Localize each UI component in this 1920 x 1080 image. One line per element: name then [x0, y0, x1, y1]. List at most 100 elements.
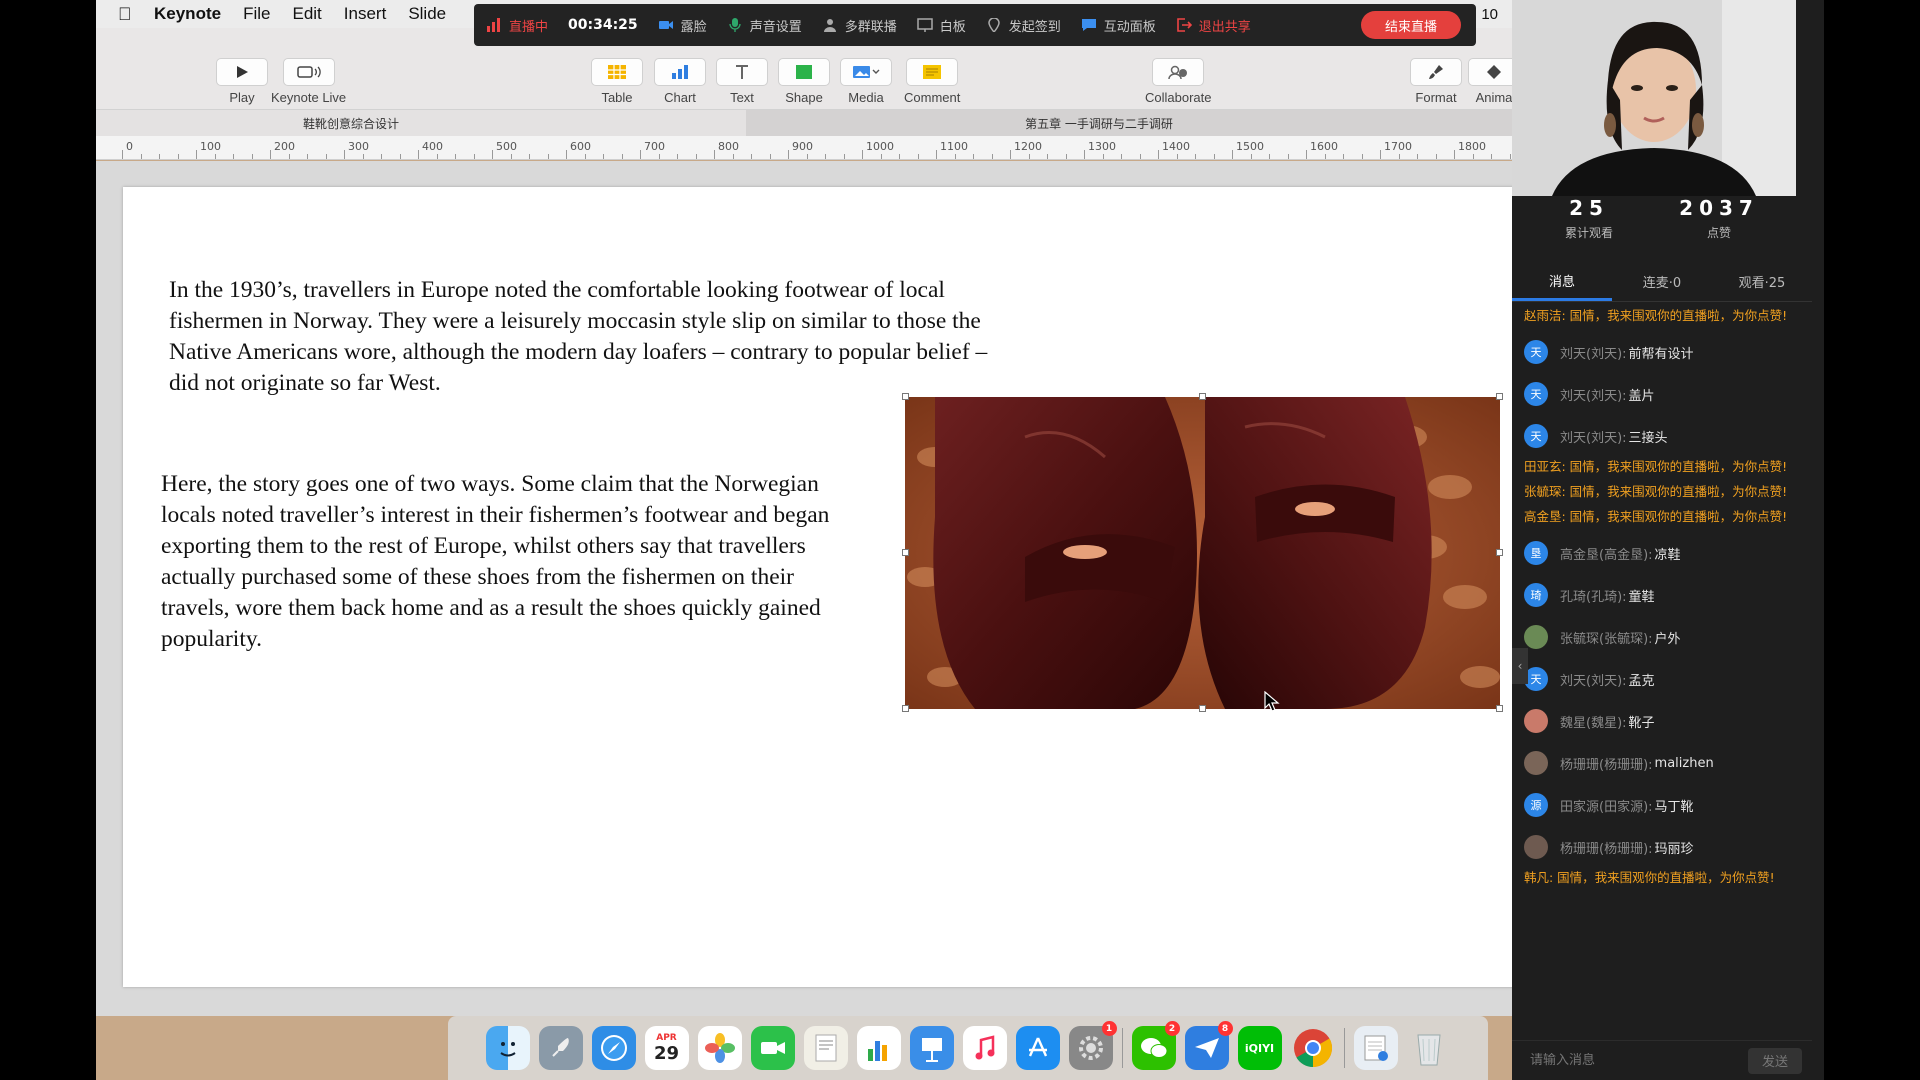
dock-numbers[interactable] [856, 1026, 901, 1070]
keynote-live-icon [296, 66, 321, 78]
avatar[interactable]: 天 [1524, 340, 1548, 364]
keynote-live-button[interactable]: Keynote Live [271, 58, 346, 105]
tab-document-1[interactable]: 鞋靴创意综合设计 [96, 110, 746, 136]
camera-toggle[interactable]: 露脸 [658, 16, 707, 35]
avatar[interactable] [1524, 835, 1548, 859]
slide[interactable]: In the 1930’s, travellers in Europe note… [123, 187, 1512, 987]
chat-message: 天刘天(刘天): 盖片 [1524, 373, 1804, 415]
selection-handle-br[interactable] [1496, 705, 1503, 712]
tab-viewers[interactable]: 观看·25 [1712, 262, 1812, 301]
dock-wechat[interactable]: 2 [1131, 1021, 1180, 1070]
stat-likes-label: 点赞 [1706, 226, 1731, 240]
screen-share:  Keynote File Edit Insert Slide 10 Play… [96, 0, 1512, 1080]
audio-settings[interactable]: 声音设置 [727, 16, 802, 35]
apple-icon[interactable]:  [118, 4, 138, 25]
dock-chrome[interactable] [1291, 1026, 1335, 1070]
dock-photos[interactable] [697, 1026, 742, 1070]
ruler-tick-mark [714, 150, 715, 159]
message-input[interactable] [1530, 1053, 1748, 1068]
menu-slide[interactable]: Slide [408, 4, 446, 24]
tab-messages[interactable]: 消息 [1512, 262, 1612, 301]
message-input-bar: 发送 [1512, 1040, 1812, 1080]
dock-music[interactable] [962, 1026, 1007, 1070]
comment-button[interactable]: Comment [904, 58, 960, 105]
compass-icon [600, 1035, 627, 1061]
chat-text: 盖片 [1628, 388, 1655, 404]
avatar[interactable] [1524, 751, 1548, 775]
selection-handle-mr[interactable] [1496, 549, 1503, 556]
dock-facetime[interactable] [750, 1026, 795, 1070]
message-list[interactable]: 赵雨洁: 国情，我来围观你的直播啦，为你点赞! 天刘天(刘天): 前帮有设计天刘天(… [1524, 306, 1804, 1026]
dock-keynote[interactable] [909, 1026, 954, 1070]
whiteboard[interactable]: 白板 [916, 16, 966, 35]
shape-button[interactable]: Shape [778, 58, 830, 105]
menu-file[interactable]: File [243, 4, 270, 24]
send-button[interactable]: 发送 [1748, 1047, 1802, 1074]
dock-safari[interactable] [591, 1026, 636, 1070]
text-button[interactable]: Text [716, 58, 768, 105]
slide-paragraph-1[interactable]: In the 1930’s, travellers in Europe note… [169, 275, 1019, 399]
interaction-panel[interactable]: 互动面板 [1081, 16, 1156, 35]
selection-handle-ml[interactable] [902, 549, 909, 556]
multi-group-broadcast[interactable]: 多群联播 [822, 16, 897, 35]
selection-handle-tl[interactable] [902, 393, 909, 400]
selection-handle-bm[interactable] [1199, 705, 1206, 712]
dock-calendar[interactable]: APR 29 [644, 1026, 689, 1070]
selection-handle-tr[interactable] [1496, 393, 1503, 400]
check-in[interactable]: 发起签到 [986, 16, 1061, 35]
ruler-tick-mark [917, 154, 919, 159]
slide-paragraph-2[interactable]: Here, the story goes one of two ways. So… [161, 469, 861, 655]
ruler-tick-mark [899, 154, 900, 159]
exit-icon [1176, 18, 1192, 32]
dock-app-store[interactable] [1015, 1026, 1060, 1070]
format-button[interactable]: Format [1410, 58, 1462, 105]
loafer-shoes-image[interactable] [905, 397, 1500, 709]
exit-share[interactable]: 退出共享 [1176, 16, 1251, 35]
dock-finder[interactable] [485, 1026, 530, 1070]
menu-app-keynote[interactable]: Keynote [154, 4, 221, 24]
animate-icon [1487, 65, 1501, 79]
play-button[interactable]: Play [216, 58, 268, 105]
dock-iqiyi[interactable]: iQIYI [1237, 1026, 1282, 1070]
media-button[interactable]: Media [840, 58, 892, 105]
avatar[interactable]: 天 [1524, 424, 1548, 448]
avatar[interactable] [1524, 625, 1548, 649]
chat-username: 孔琦(孔琦): [1560, 589, 1627, 605]
avatar[interactable] [1524, 709, 1548, 733]
ruler-tick-mark [196, 150, 197, 159]
avatar[interactable]: 琦 [1524, 583, 1548, 607]
dock-downloads[interactable] [1353, 1026, 1398, 1070]
table-button[interactable]: Table [591, 58, 643, 105]
collapse-panel-chevron-icon[interactable]: ‹ [1512, 648, 1528, 684]
animate-button[interactable]: Anima [1468, 58, 1512, 105]
shape-label: Shape [785, 90, 823, 105]
tab-document-2[interactable]: 第五章 一手调研与二手调研 [746, 110, 1512, 136]
chart-button[interactable]: Chart [654, 58, 706, 105]
ruler: 0 100 200 300 400 500 600 700 800 900 1000 1100 1200… [96, 136, 1512, 160]
dock-textedit[interactable] [803, 1026, 848, 1070]
ruler-tick-mark [1380, 150, 1381, 159]
gear-icon [1078, 1036, 1103, 1060]
menu-insert[interactable]: Insert [344, 4, 387, 24]
collaborate-button[interactable]: Collaborate [1145, 58, 1212, 105]
ruler-tick-mark [1158, 150, 1159, 159]
avatar[interactable]: 天 [1524, 382, 1548, 406]
media-label: Media [848, 90, 884, 105]
dock-system-preferences[interactable]: 1 [1068, 1021, 1117, 1070]
ruler-tick-mark [677, 154, 678, 159]
selection-handle-tm[interactable] [1199, 393, 1206, 400]
ruler-tick-mark [843, 154, 845, 159]
menu-edit[interactable]: Edit [292, 4, 321, 24]
ruler-tick-mark [1306, 150, 1307, 159]
avatar[interactable]: 源 [1524, 793, 1548, 817]
avatar[interactable]: 垦 [1524, 541, 1548, 565]
tab-co-host[interactable]: 连麦·0 [1612, 262, 1712, 301]
dock-feishu[interactable]: 8 [1184, 1021, 1233, 1070]
selection-handle-bl[interactable] [902, 705, 909, 712]
dock-trash[interactable] [1407, 1026, 1451, 1070]
dock-launchpad[interactable] [538, 1026, 583, 1070]
ruler-tick-label: 500 [496, 140, 517, 153]
ruler-tick-mark [936, 150, 937, 159]
end-live-button[interactable]: 结束直播 [1361, 11, 1461, 39]
ruler-tick-label: 700 [644, 140, 665, 153]
